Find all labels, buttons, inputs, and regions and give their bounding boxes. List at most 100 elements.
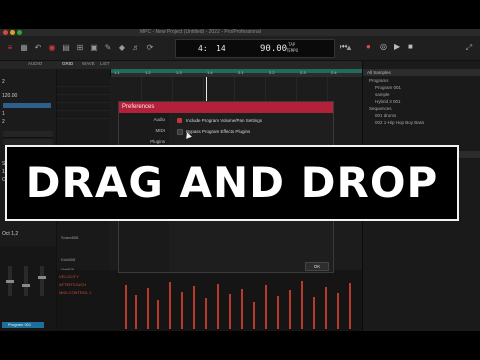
lane-label[interactable]: VELOCITY — [59, 274, 79, 279]
velocity-bar[interactable] — [157, 300, 159, 329]
track-name[interactable]: Snare808 — [61, 235, 78, 240]
tap-tempo-sub: TEMPO — [286, 48, 299, 53]
play-icon[interactable]: ▶ — [394, 42, 400, 51]
sequences-folder[interactable]: Sequences — [369, 106, 392, 111]
velocity-bar[interactable] — [217, 284, 219, 329]
tap-tempo-label[interactable]: TAP — [288, 42, 295, 47]
track-row[interactable] — [57, 111, 110, 119]
velocity-bar[interactable] — [337, 293, 339, 329]
track-row[interactable] — [57, 95, 110, 103]
inspector-value[interactable]: 1 — [2, 111, 5, 117]
browser-item[interactable]: sample — [375, 92, 390, 97]
velocity-lane[interactable]: VELOCITY AFTERTOUCH MIDI CONTROL 1 — [57, 270, 362, 331]
inspector-value[interactable]: 2 — [2, 79, 5, 85]
velocity-bar[interactable] — [313, 297, 315, 329]
velocity-bar[interactable] — [229, 294, 231, 329]
tempo-value[interactable]: 90.00 — [260, 44, 287, 54]
record-icon[interactable]: ● — [366, 42, 371, 51]
track-row[interactable] — [57, 79, 110, 87]
octave-selector[interactable]: Oct 1,2 — [2, 231, 18, 237]
lane-label[interactable]: MIDI CONTROL 1 — [59, 290, 91, 295]
tab-wave[interactable]: WAVE — [82, 61, 95, 66]
channel-strip — [0, 246, 56, 331]
edit-icon[interactable]: ✎ — [104, 44, 112, 52]
rewind-icon[interactable]: ⏮ — [340, 42, 347, 52]
browser-header[interactable]: All Samples — [363, 69, 480, 76]
inspector-value[interactable]: 2 — [2, 119, 5, 125]
inspector-value[interactable]: 120.00 — [2, 93, 17, 99]
programs-folder[interactable]: Programs — [369, 78, 389, 83]
all-samples-label[interactable]: All Samples — [367, 70, 391, 75]
ok-button[interactable]: OK — [305, 262, 329, 271]
ruler-label: 1.1 — [114, 70, 120, 75]
velocity-bar[interactable] — [277, 296, 279, 329]
window-title: MPC - New Project (Untitled) - 2022 - Pr… — [140, 29, 261, 35]
undo-icon[interactable]: ↶ — [34, 44, 42, 52]
velocity-bar[interactable] — [135, 295, 137, 329]
tab-audio[interactable]: AUDIO — [28, 61, 42, 66]
menu-icon[interactable]: ≡ — [6, 44, 14, 52]
record-mode-icon[interactable]: ◉ — [48, 44, 56, 52]
stop-icon[interactable]: ■ — [408, 42, 413, 51]
tab-grid[interactable]: GRID — [62, 61, 73, 66]
volume-fader[interactable] — [24, 266, 28, 296]
close-window-button[interactable] — [3, 30, 8, 35]
browser-item[interactable]: 002 1-Hip Hop Boy Bass — [375, 120, 424, 125]
velocity-bar[interactable] — [301, 281, 303, 329]
plugin-icon[interactable]: ◆ — [118, 44, 126, 52]
track-row[interactable] — [57, 103, 110, 111]
tab-list[interactable]: LIST — [100, 61, 110, 66]
inspector-selected-row[interactable] — [3, 103, 51, 108]
overlay-banner: DRAG AND DROP — [5, 145, 459, 221]
loop-icon[interactable]: ⟳ — [146, 44, 154, 52]
velocity-bar[interactable] — [147, 288, 149, 329]
transport-display: 4: 14 90.00 TAP TEMPO — [175, 39, 335, 58]
browser-icon[interactable]: ▦ — [20, 44, 28, 52]
velocity-bar[interactable] — [181, 292, 183, 329]
minimize-window-button[interactable] — [10, 30, 15, 35]
velocity-bar[interactable] — [289, 290, 291, 329]
velocity-bar[interactable] — [193, 286, 195, 329]
lane-label[interactable]: AFTERTOUCH — [59, 282, 86, 287]
category-midi[interactable]: MIDI — [156, 128, 166, 133]
browser-item[interactable]: Program 001 — [375, 85, 401, 90]
browser-item[interactable]: Hybrid 3 001 — [375, 99, 401, 104]
overlay-title: DRAG AND DROP — [25, 158, 439, 207]
dialog-titlebar[interactable]: Preferences — [119, 102, 333, 113]
browser-item[interactable]: 001 drums — [375, 113, 396, 118]
velocity-bar[interactable] — [169, 282, 171, 329]
velocity-bar[interactable] — [253, 302, 255, 329]
inspector-field[interactable] — [3, 131, 53, 138]
ruler-label: 2.2 — [269, 70, 275, 75]
bypass-effects-checkbox[interactable] — [177, 129, 183, 135]
velocity-bar[interactable] — [125, 285, 127, 329]
category-plugins[interactable]: Plugins — [150, 139, 165, 144]
velocity-bar[interactable] — [349, 283, 351, 329]
include-volume-pan-checkbox[interactable] — [177, 118, 182, 123]
overdub-icon[interactable]: ◎ — [380, 42, 387, 51]
ruler-label: 2.3 — [300, 70, 306, 75]
sampler-icon[interactable]: ♬ — [132, 44, 140, 52]
volume-fader[interactable] — [40, 266, 44, 296]
fader-handle[interactable] — [22, 284, 30, 287]
ruler-label: 2.1 — [238, 70, 244, 75]
velocity-bar[interactable] — [205, 298, 207, 329]
bypass-effects-label: Bypass Program Effects Plugins — [186, 129, 251, 134]
velocity-bar[interactable] — [325, 287, 327, 329]
grid-view-icon[interactable]: ▤ — [62, 44, 70, 52]
ruler-label: 1.3 — [176, 70, 182, 75]
fader-handle[interactable] — [38, 276, 46, 279]
track-row[interactable] — [57, 87, 110, 95]
zoom-window-button[interactable] — [17, 30, 22, 35]
velocity-bar[interactable] — [241, 289, 243, 329]
velocity-bar[interactable] — [265, 285, 267, 329]
ruler-label: 2.4 — [331, 70, 337, 75]
track-name[interactable]: Kick808 — [61, 257, 75, 262]
pad-icon[interactable]: ▣ — [90, 44, 98, 52]
fullscreen-icon[interactable]: ⤢ — [465, 44, 473, 52]
fader-handle[interactable] — [6, 280, 14, 283]
letterbox-bottom — [0, 331, 480, 360]
mixer-icon[interactable]: ⊞ — [76, 44, 84, 52]
category-audio[interactable]: Audio — [153, 117, 165, 122]
program-badge[interactable]: Program 001 — [2, 322, 44, 328]
